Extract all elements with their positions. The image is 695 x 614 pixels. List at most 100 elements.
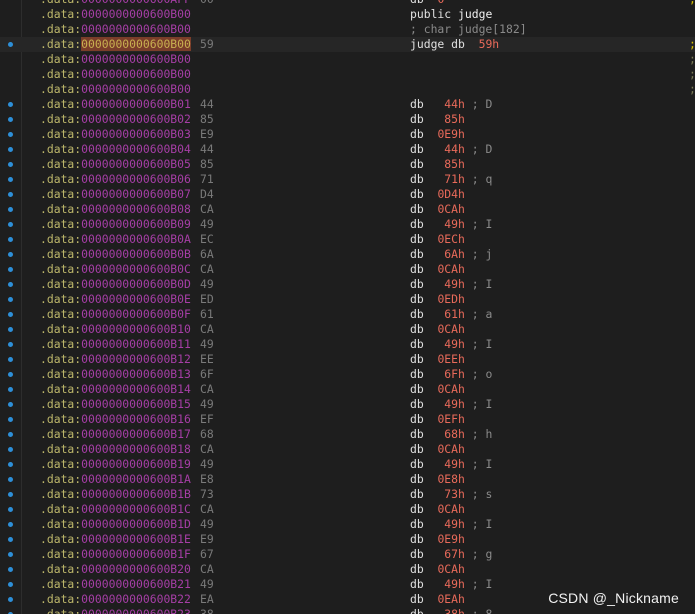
listing-line[interactable]: .data:0000000000600B1F 67 db 67h ; g (0, 547, 695, 562)
breakpoint-dot-icon[interactable] (8, 177, 13, 182)
operand[interactable]: 0ECh (437, 232, 464, 246)
breakpoint-dot-icon[interactable] (8, 432, 13, 437)
line-address[interactable]: 0000000000600B11 (81, 337, 191, 351)
line-address[interactable]: 0000000000600B0E (81, 292, 191, 306)
operand[interactable]: 44h (437, 142, 465, 156)
operand[interactable]: 0CAh (437, 262, 464, 276)
listing-line[interactable]: .data:0000000000600B16 EF db 0EFh (0, 412, 695, 427)
instruction[interactable]: db 0E9h (410, 127, 465, 142)
listing-line[interactable]: .data:0000000000600B04 44 db 44h ; D (0, 142, 695, 157)
instruction[interactable]: db 0CAh (410, 502, 465, 517)
breakpoint-dot-icon[interactable] (8, 477, 13, 482)
listing-line[interactable]: .data:0000000000600B0D 49 db 49h ; I (0, 277, 695, 292)
operand[interactable]: 49h (437, 457, 465, 471)
line-location[interactable]: .data:0000000000600B21 (40, 577, 191, 592)
instruction[interactable]: db 73h ; s (410, 487, 492, 502)
breakpoint-dot-icon[interactable] (8, 567, 13, 572)
breakpoint-dot-icon[interactable] (8, 372, 13, 377)
listing-line[interactable]: .data:0000000000600B19 49 db 49h ; I (0, 457, 695, 472)
breakpoint-dot-icon[interactable] (8, 402, 13, 407)
breakpoint-dot-icon[interactable] (8, 192, 13, 197)
line-address[interactable]: 0000000000600B14 (81, 382, 191, 396)
operand[interactable]: 0EAh (437, 592, 464, 606)
instruction[interactable]: db 49h ; I (410, 457, 492, 472)
operand[interactable]: 71h (437, 172, 465, 186)
line-location[interactable]: .data:0000000000600B01 (40, 97, 191, 112)
line-location[interactable]: .data:0000000000600B15 (40, 397, 191, 412)
line-address[interactable]: 0000000000600B1D (81, 517, 191, 531)
operand[interactable]: 0E9h (437, 532, 464, 546)
line-address[interactable]: 0000000000600B0F (81, 307, 191, 321)
breakpoint-dot-icon[interactable] (8, 42, 13, 47)
line-location[interactable]: .data:0000000000600B00 (40, 37, 191, 52)
line-location[interactable]: .data:0000000000600B06 (40, 172, 191, 187)
line-address[interactable]: 0000000000600B23 (81, 607, 191, 614)
line-location[interactable]: .data:0000000000600B17 (40, 427, 191, 442)
line-location[interactable]: .data:0000000000600AFF (40, 0, 191, 7)
instruction[interactable]: db 44h ; D (410, 142, 492, 157)
instruction[interactable]: db 49h ; I (410, 577, 492, 592)
line-location[interactable]: .data:0000000000600B22 (40, 592, 191, 607)
instruction[interactable]: db 71h ; q (410, 172, 492, 187)
line-address[interactable]: 0000000000600B1E (81, 532, 191, 546)
line-location[interactable]: .data:0000000000600B00 (40, 22, 191, 37)
listing-line[interactable]: .data:0000000000600AFF 00 db 0; (0, 0, 695, 7)
line-location[interactable]: .data:0000000000600B1C (40, 502, 191, 517)
line-location[interactable]: .data:0000000000600B00 (40, 67, 191, 82)
listing-line[interactable]: .data:0000000000600B00; (0, 52, 695, 67)
instruction[interactable]: ; char judge[182] (410, 22, 527, 37)
operand[interactable]: 0EEh (437, 352, 464, 366)
line-address[interactable]: 0000000000600B04 (81, 142, 191, 156)
breakpoint-dot-icon[interactable] (8, 462, 13, 467)
line-address[interactable]: 0000000000600B07 (81, 187, 191, 201)
line-address[interactable]: 0000000000600B00 (81, 37, 191, 51)
operand[interactable]: 6Fh (437, 367, 465, 381)
listing-line[interactable]: .data:0000000000600B00 public judge (0, 7, 695, 22)
breakpoint-dot-icon[interactable] (8, 492, 13, 497)
operand[interactable]: 59h (479, 37, 500, 51)
line-address[interactable]: 0000000000600B00 (81, 82, 191, 96)
line-location[interactable]: .data:0000000000600B07 (40, 187, 191, 202)
listing-line[interactable]: .data:0000000000600B18 CA db 0CAh (0, 442, 695, 457)
line-address[interactable]: 0000000000600B1F (81, 547, 191, 561)
instruction[interactable]: db 0CAh (410, 322, 465, 337)
listing-line[interactable]: .data:0000000000600B20 CA db 0CAh (0, 562, 695, 577)
breakpoint-dot-icon[interactable] (8, 132, 13, 137)
instruction[interactable]: db 85h (410, 157, 465, 172)
breakpoint-dot-icon[interactable] (8, 282, 13, 287)
listing-line[interactable]: .data:0000000000600B1A E8 db 0E8h (0, 472, 695, 487)
instruction[interactable]: db 68h ; h (410, 427, 492, 442)
operand[interactable]: 49h (437, 337, 465, 351)
listing-line[interactable]: .data:0000000000600B0F 61 db 61h ; a (0, 307, 695, 322)
line-address[interactable]: 0000000000600B02 (81, 112, 191, 126)
operand[interactable]: 73h (437, 487, 465, 501)
line-address[interactable]: 0000000000600B00 (81, 22, 191, 36)
breakpoint-dot-icon[interactable] (8, 267, 13, 272)
breakpoint-dot-icon[interactable] (8, 447, 13, 452)
line-address[interactable]: 0000000000600B0A (81, 232, 191, 246)
instruction[interactable]: db 0 (410, 0, 444, 7)
line-location[interactable]: .data:0000000000600B0C (40, 262, 191, 277)
operand[interactable]: 67h (437, 547, 465, 561)
instruction[interactable]: db 67h ; g (410, 547, 492, 562)
listing-line[interactable]: .data:0000000000600B0C CA db 0CAh (0, 262, 695, 277)
line-address[interactable]: 0000000000600B10 (81, 322, 191, 336)
operand[interactable]: 0CAh (437, 322, 464, 336)
operand[interactable]: 38h (437, 607, 465, 614)
instruction[interactable]: db 0EEh (410, 352, 465, 367)
line-address[interactable]: 0000000000600B08 (81, 202, 191, 216)
operand[interactable]: 0E9h (437, 127, 464, 141)
line-location[interactable]: .data:0000000000600B19 (40, 457, 191, 472)
listing-line[interactable]: .data:0000000000600B1C CA db 0CAh (0, 502, 695, 517)
instruction[interactable]: db 0EAh (410, 592, 465, 607)
instruction[interactable]: db 61h ; a (410, 307, 492, 322)
instruction[interactable]: db 49h ; I (410, 217, 492, 232)
line-location[interactable]: .data:0000000000600B00 (40, 7, 191, 22)
listing-line[interactable]: .data:0000000000600B17 68 db 68h ; h (0, 427, 695, 442)
line-location[interactable]: .data:0000000000600B1A (40, 472, 191, 487)
breakpoint-dot-icon[interactable] (8, 597, 13, 602)
breakpoint-dot-icon[interactable] (8, 342, 13, 347)
breakpoint-dot-icon[interactable] (8, 222, 13, 227)
listing-line[interactable]: .data:0000000000600B13 6F db 6Fh ; o (0, 367, 695, 382)
line-location[interactable]: .data:0000000000600B0E (40, 292, 191, 307)
